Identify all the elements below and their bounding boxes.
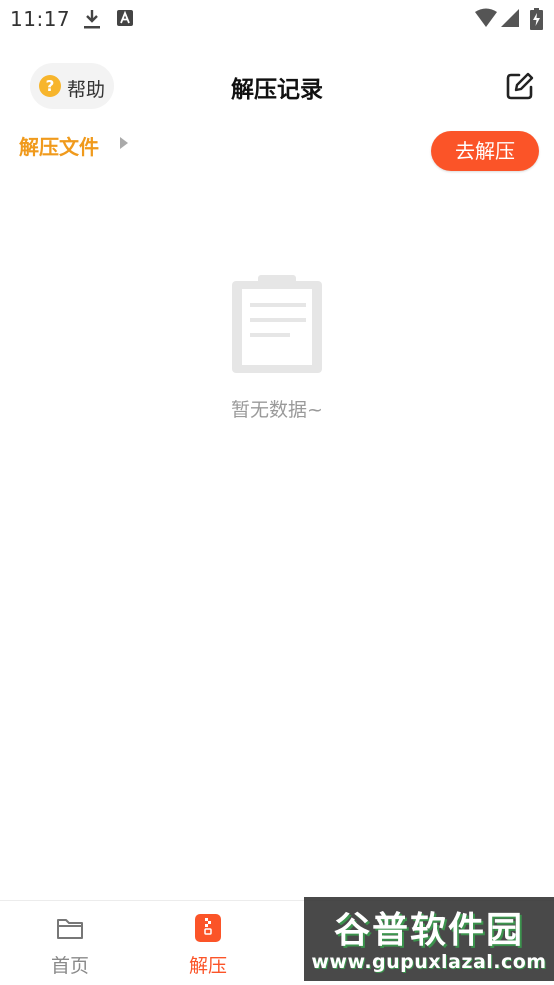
- edit-icon[interactable]: [505, 71, 535, 101]
- signal-icon: [501, 9, 519, 27]
- page-title: 解压记录: [231, 77, 323, 103]
- download-icon: [84, 10, 100, 29]
- a-badge-icon: [117, 10, 133, 26]
- watermark-logo: 谷普软件园 www.gupuxlazal.com: [304, 897, 554, 981]
- status-bar: 11:17: [0, 0, 554, 38]
- nav-label-home: 首页: [50, 955, 89, 977]
- nav-label-extract: 解压: [188, 955, 227, 977]
- empty-state-text: 暂无数据~: [231, 399, 323, 421]
- top-bar: ? 帮助 解压记录: [0, 60, 554, 116]
- nav-item-extract[interactable]: 解压: [138, 901, 278, 985]
- status-time: 11:17: [10, 7, 71, 31]
- nav-item-home[interactable]: 首页: [0, 901, 140, 985]
- files-row: 解压文件 去解压: [0, 126, 554, 178]
- wifi-icon: [475, 8, 497, 27]
- zip-icon: [195, 914, 221, 942]
- folder-icon: [57, 919, 83, 939]
- watermark-title: 谷普软件园: [333, 910, 524, 951]
- clipboard-icon: [232, 275, 322, 373]
- battery-icon: [530, 8, 543, 30]
- extract-files-tab[interactable]: 解压文件: [19, 131, 99, 160]
- watermark-url: www.gupuxlazal.com: [311, 951, 547, 973]
- go-extract-button[interactable]: 去解压: [431, 131, 539, 171]
- chevron-right-icon: [120, 137, 128, 149]
